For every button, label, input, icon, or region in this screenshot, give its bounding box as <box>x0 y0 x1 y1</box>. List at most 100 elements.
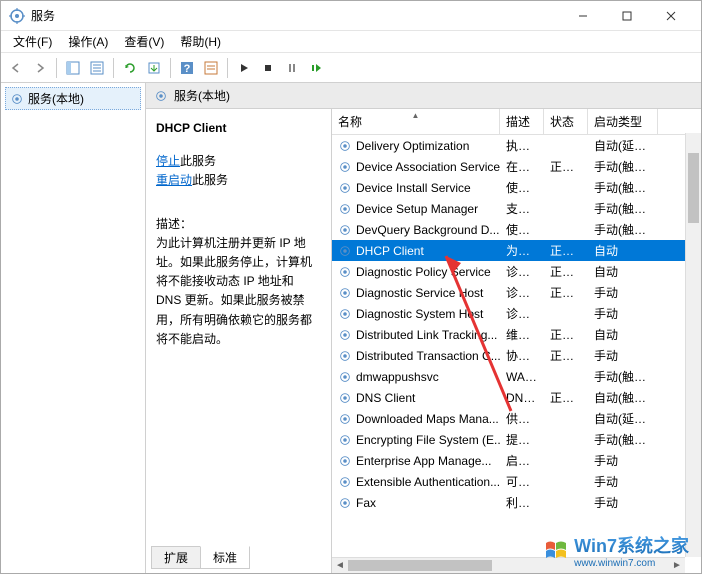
gear-icon <box>338 286 352 300</box>
service-status: 正在... <box>544 347 588 364</box>
col-desc[interactable]: 描述 <box>500 109 544 134</box>
service-row[interactable]: Distributed Transaction C...协调...正在...手动 <box>332 345 701 366</box>
menu-help[interactable]: 帮助(H) <box>172 31 229 52</box>
pause-service-button[interactable] <box>281 57 303 79</box>
service-name: Encrypting File System (E... <box>356 433 500 447</box>
col-status[interactable]: 状态 <box>544 109 588 134</box>
service-row[interactable]: Device Association Service在系...正在...手动(触… <box>332 156 701 177</box>
forward-button[interactable] <box>29 57 51 79</box>
menu-action[interactable]: 操作(A) <box>60 31 116 52</box>
show-hide-tree-button[interactable] <box>62 57 84 79</box>
maximize-button[interactable] <box>605 2 649 30</box>
service-desc: 在系... <box>500 158 544 175</box>
tree-root-item[interactable]: 服务(本地) <box>5 87 141 110</box>
col-start[interactable]: 启动类型 <box>588 109 658 134</box>
restart-service-button[interactable] <box>305 57 327 79</box>
close-button[interactable] <box>649 2 693 30</box>
service-name: Distributed Transaction C... <box>356 349 500 363</box>
export-button[interactable] <box>143 57 165 79</box>
service-row[interactable]: DHCP Client为此...正在...自动 <box>332 240 701 261</box>
service-row[interactable]: Extensible Authentication...可扩...手动 <box>332 471 701 492</box>
service-name: Extensible Authentication... <box>356 475 500 489</box>
service-row[interactable]: DevQuery Background D...使应... 手动(触发... <box>332 219 701 240</box>
service-row[interactable]: Diagnostic Policy Service诊断...正在...自动 <box>332 261 701 282</box>
service-start: 自动(延迟... <box>588 137 658 154</box>
stop-link[interactable]: 停止 <box>156 154 180 168</box>
service-start: 手动(触发... <box>588 431 658 448</box>
tab-extended[interactable]: 扩展 <box>151 546 201 569</box>
service-status: 正在... <box>544 263 588 280</box>
service-row[interactable]: Diagnostic System Host诊断...手动 <box>332 303 701 324</box>
service-name: Enterprise App Manage... <box>356 454 491 468</box>
service-row[interactable]: Encrypting File System (E...提供...手动(触发..… <box>332 429 701 450</box>
restart-link[interactable]: 重启动 <box>156 173 192 187</box>
toolbar: ? <box>1 53 701 83</box>
separator <box>170 58 171 78</box>
stop-suffix: 此服务 <box>180 154 216 168</box>
content-header: 服务(本地) <box>146 83 701 109</box>
tree-root-label: 服务(本地) <box>28 90 84 107</box>
service-row[interactable]: Delivery Optimization执行...自动(延迟... <box>332 135 701 156</box>
gear-icon <box>338 202 352 216</box>
service-name: DevQuery Background D... <box>356 223 499 237</box>
service-row[interactable]: Device Install Service使计...手动(触发... <box>332 177 701 198</box>
service-desc: 执行... <box>500 137 544 154</box>
start-service-button[interactable] <box>233 57 255 79</box>
service-start: 手动(触发... <box>588 221 658 238</box>
separator <box>56 58 57 78</box>
service-desc: 协调... <box>500 347 544 364</box>
stop-service-button[interactable] <box>257 57 279 79</box>
gear-icon <box>154 89 168 103</box>
description-label: 描述： <box>156 215 321 234</box>
gear-icon <box>338 181 352 195</box>
menu-file[interactable]: 文件(F) <box>5 31 60 52</box>
service-name: DNS Client <box>356 391 415 405</box>
service-start: 自动 <box>588 242 658 259</box>
service-row[interactable]: dmwappushsvcWAP...手动(触发... <box>332 366 701 387</box>
menu-view[interactable]: 查看(V) <box>116 31 172 52</box>
gear-icon <box>338 433 352 447</box>
window-title: 服务 <box>31 7 561 24</box>
properties-button[interactable] <box>86 57 108 79</box>
service-name: Device Install Service <box>356 181 471 195</box>
service-status: 正在... <box>544 284 588 301</box>
gear-icon <box>338 265 352 279</box>
scroll-left-icon[interactable]: ◄ <box>332 560 348 571</box>
gear-icon <box>338 391 352 405</box>
service-row[interactable]: Distributed Link Tracking...维护...正在...自动 <box>332 324 701 345</box>
service-row[interactable]: Device Setup Manager支持...手动(触发... <box>332 198 701 219</box>
service-row[interactable]: Fax利用...手动 <box>332 492 701 513</box>
watermark-brand: Win7系统之家 <box>574 532 689 558</box>
tree-pane: 服务(本地) <box>1 83 146 573</box>
gear-icon <box>10 92 24 106</box>
vertical-scrollbar[interactable] <box>685 133 701 557</box>
tab-standard[interactable]: 标准 <box>200 546 250 569</box>
service-row[interactable]: DNS ClientDNS...正在...自动(触发... <box>332 387 701 408</box>
gear-icon <box>338 160 352 174</box>
service-start: 手动(触发... <box>588 200 658 217</box>
minimize-button[interactable] <box>561 2 605 30</box>
properties-button2[interactable] <box>200 57 222 79</box>
refresh-button[interactable] <box>119 57 141 79</box>
view-tabs: 扩展 标准 <box>151 546 249 569</box>
content-pane: 服务(本地) DHCP Client 停止此服务 重启动此服务 描述： 为此计算… <box>146 83 701 573</box>
service-start: 手动 <box>588 347 658 364</box>
content-title: 服务(本地) <box>174 87 230 104</box>
service-list: ▲名称 描述 状态 启动类型 Delivery Optimization执行..… <box>331 109 701 573</box>
service-desc: 使计... <box>500 179 544 196</box>
back-button[interactable] <box>5 57 27 79</box>
gear-icon <box>338 349 352 363</box>
col-name[interactable]: ▲名称 <box>332 109 500 134</box>
service-row[interactable]: Enterprise App Manage...启用...手动 <box>332 450 701 471</box>
service-name: DHCP Client <box>356 244 424 258</box>
service-row[interactable]: Downloaded Maps Mana...供应...自动(延迟... <box>332 408 701 429</box>
service-desc: 维护... <box>500 326 544 343</box>
service-desc: 诊断... <box>500 305 544 322</box>
service-start: 手动 <box>588 494 658 511</box>
service-desc: 可扩... <box>500 473 544 490</box>
service-desc: 使应... <box>500 221 544 238</box>
help-button[interactable]: ? <box>176 57 198 79</box>
service-name: Device Setup Manager <box>356 202 478 216</box>
app-icon <box>9 8 25 24</box>
service-row[interactable]: Diagnostic Service Host诊断...正在...手动 <box>332 282 701 303</box>
